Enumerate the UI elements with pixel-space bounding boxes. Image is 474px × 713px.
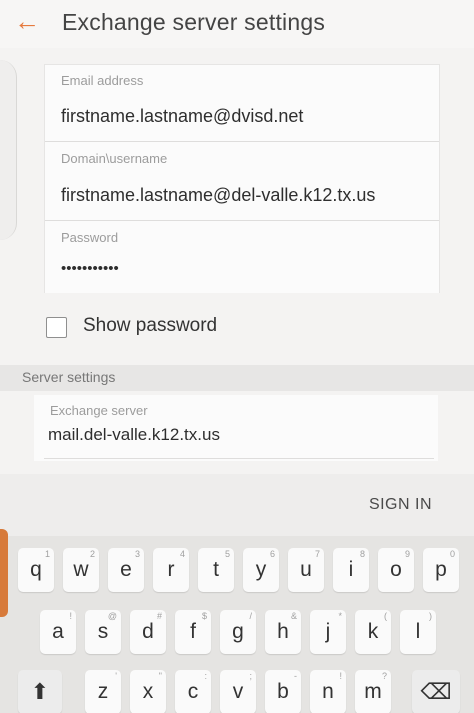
key-t[interactable]: 5t	[198, 548, 234, 592]
side-edge-shadow	[0, 60, 17, 240]
key-q[interactable]: 1q	[18, 548, 54, 592]
side-panel-handle[interactable]	[0, 529, 8, 617]
server-divider	[44, 458, 434, 459]
key-label: u	[300, 558, 312, 581]
back-arrow-icon[interactable]: ←	[14, 6, 44, 36]
server-settings-section: Server settings	[0, 365, 474, 391]
page-title: Exchange server settings	[62, 9, 326, 35]
password-field[interactable]: •••••••••••	[61, 260, 119, 277]
key-label: x	[142, 680, 154, 703]
key-label: d	[142, 620, 154, 643]
key-e[interactable]: 3e	[108, 548, 144, 592]
key-r[interactable]: 4r	[153, 548, 189, 592]
key-label: h	[277, 620, 289, 643]
shift-icon: ⬆	[30, 679, 50, 704]
key-label: f	[190, 620, 196, 643]
keyboard: SIGN IN 1q 2w 3e 4r 5t 6y 7u 8i 9o 0p ! a…	[0, 474, 474, 713]
key-label: i	[348, 558, 354, 581]
key-n[interactable]: ! n	[310, 670, 346, 713]
key-label: p	[435, 558, 447, 581]
show-password-checkbox[interactable]	[46, 317, 67, 338]
email-divider	[45, 141, 439, 142]
key-label: v	[232, 680, 244, 703]
key-k[interactable]: (k	[355, 610, 391, 654]
sign-in-button[interactable]: SIGN IN	[369, 496, 432, 514]
server-card: Exchange server mail.del-valle.k12.tx.us	[34, 395, 438, 461]
password-label: Password	[61, 230, 119, 245]
key-label: c	[187, 680, 199, 703]
key-label: t	[213, 558, 219, 581]
key-label: q	[30, 558, 42, 581]
email-field[interactable]: firstname.lastname@dvisd.net	[61, 106, 303, 127]
key-label: n	[322, 680, 334, 703]
key-d[interactable]: # d	[130, 610, 166, 654]
show-password-label[interactable]: Show password	[83, 315, 217, 337]
key-label: y	[255, 558, 267, 581]
key-label: k	[367, 620, 379, 643]
key-j[interactable]: * j	[310, 610, 346, 654]
key-label: l	[415, 620, 421, 643]
key-label: s	[97, 620, 109, 643]
key-label: o	[390, 558, 402, 581]
key-label: j	[325, 620, 331, 643]
domain-divider	[45, 220, 439, 221]
key-w[interactable]: 2w	[63, 548, 99, 592]
key-v[interactable]: ; v	[220, 670, 256, 713]
key-h[interactable]: & h	[265, 610, 301, 654]
key-label: z	[97, 680, 109, 703]
key-label: r	[167, 558, 175, 581]
key-label: e	[120, 558, 132, 581]
key-a[interactable]: ! a	[40, 610, 76, 654]
exchange-server-field[interactable]: mail.del-valle.k12.tx.us	[48, 425, 220, 445]
backspace-key[interactable]: ⌫	[412, 670, 460, 713]
key-b[interactable]: -b	[265, 670, 301, 713]
key-label: w	[73, 558, 89, 581]
key-z[interactable]: ' z	[85, 670, 121, 713]
key-y[interactable]: 6y	[243, 548, 279, 592]
header: ← Exchange server settings	[0, 0, 474, 48]
account-card: Email address firstname.lastname@dvisd.n…	[44, 64, 440, 293]
sign-in-bar: SIGN IN	[0, 474, 474, 536]
email-label: Email address	[61, 73, 144, 88]
key-l[interactable]: ) l	[400, 610, 436, 654]
key-u[interactable]: 7u	[288, 548, 324, 592]
key-p[interactable]: 0p	[423, 548, 459, 592]
key-i[interactable]: 8i	[333, 548, 369, 592]
screen: ← Exchange server settings Email address…	[0, 0, 474, 713]
key-o[interactable]: 9o	[378, 548, 414, 592]
key-x[interactable]: " x	[130, 670, 166, 713]
section-title: Server settings	[22, 369, 116, 385]
domain-username-label: Domain\username	[61, 151, 168, 166]
key-s[interactable]: @ s	[85, 610, 121, 654]
backspace-icon: ⌫	[420, 679, 452, 704]
key-g[interactable]: / g	[220, 610, 256, 654]
key-label: m	[364, 680, 382, 703]
key-label: b	[277, 680, 289, 703]
key-label: a	[52, 620, 64, 643]
exchange-server-label: Exchange server	[50, 403, 148, 418]
key-f[interactable]: $ f	[175, 610, 211, 654]
domain-username-field[interactable]: firstname.lastname@del-valle.k12.tx.us	[61, 185, 375, 206]
key-label: g	[232, 620, 244, 643]
key-m[interactable]: ? m	[355, 670, 391, 713]
key-c[interactable]: :c	[175, 670, 211, 713]
shift-key[interactable]: ⬆	[18, 670, 62, 713]
